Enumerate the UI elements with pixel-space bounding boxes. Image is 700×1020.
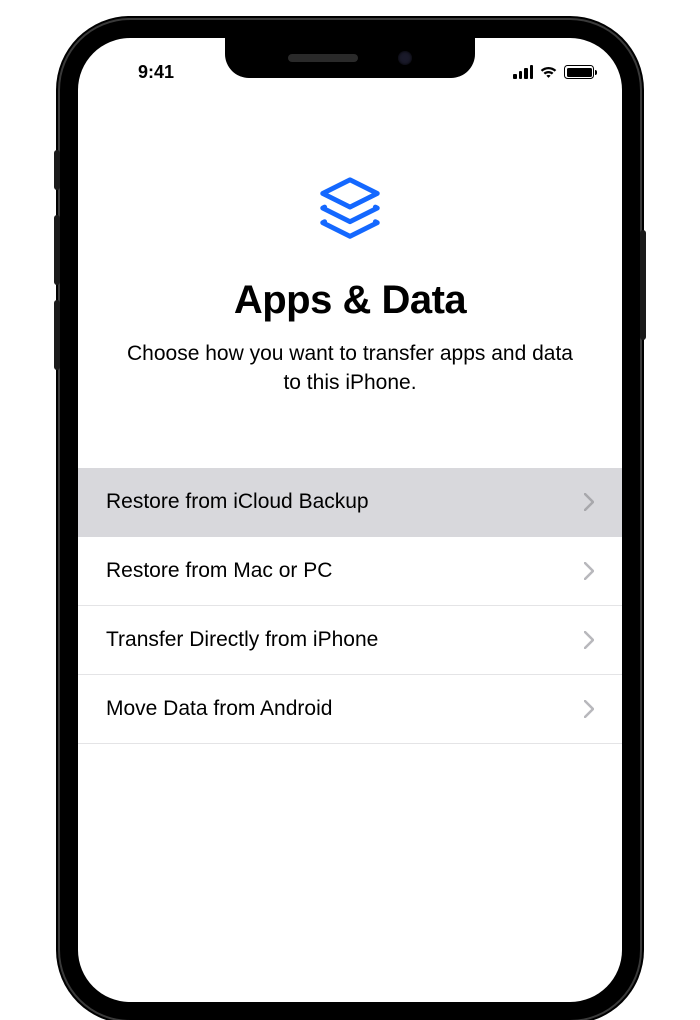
cellular-signal-icon — [513, 65, 533, 79]
option-restore-icloud[interactable]: Restore from iCloud Backup — [78, 468, 622, 537]
option-label: Restore from Mac or PC — [106, 559, 332, 583]
mute-switch — [54, 150, 60, 190]
battery-fill — [567, 68, 592, 77]
option-restore-mac-pc[interactable]: Restore from Mac or PC — [78, 537, 622, 606]
page-title: Apps & Data — [78, 278, 622, 323]
speaker-grille — [288, 54, 358, 62]
option-move-android[interactable]: Move Data from Android — [78, 675, 622, 744]
volume-up-button — [54, 215, 60, 285]
notch — [225, 38, 475, 78]
device-frame: 9:41 Apps & Data — [60, 20, 640, 1020]
volume-down-button — [54, 300, 60, 370]
power-button — [640, 230, 646, 340]
chevron-right-icon — [584, 700, 594, 718]
option-list: Restore from iCloud Backup Restore from … — [78, 468, 622, 744]
chevron-right-icon — [584, 631, 594, 649]
status-time: 9:41 — [106, 62, 206, 83]
option-transfer-iphone[interactable]: Transfer Directly from iPhone — [78, 606, 622, 675]
option-label: Transfer Directly from iPhone — [106, 628, 378, 652]
chevron-right-icon — [584, 493, 594, 511]
wifi-icon — [539, 65, 558, 79]
layers-stack-icon — [78, 172, 622, 250]
front-camera — [398, 51, 412, 65]
main-content: Apps & Data Choose how you want to trans… — [78, 92, 622, 744]
battery-icon — [564, 65, 594, 79]
chevron-right-icon — [584, 562, 594, 580]
option-label: Restore from iCloud Backup — [106, 490, 369, 514]
status-indicators — [494, 65, 594, 79]
page-subtitle: Choose how you want to transfer apps and… — [78, 339, 622, 398]
option-label: Move Data from Android — [106, 697, 332, 721]
screen: 9:41 Apps & Data — [78, 38, 622, 1002]
